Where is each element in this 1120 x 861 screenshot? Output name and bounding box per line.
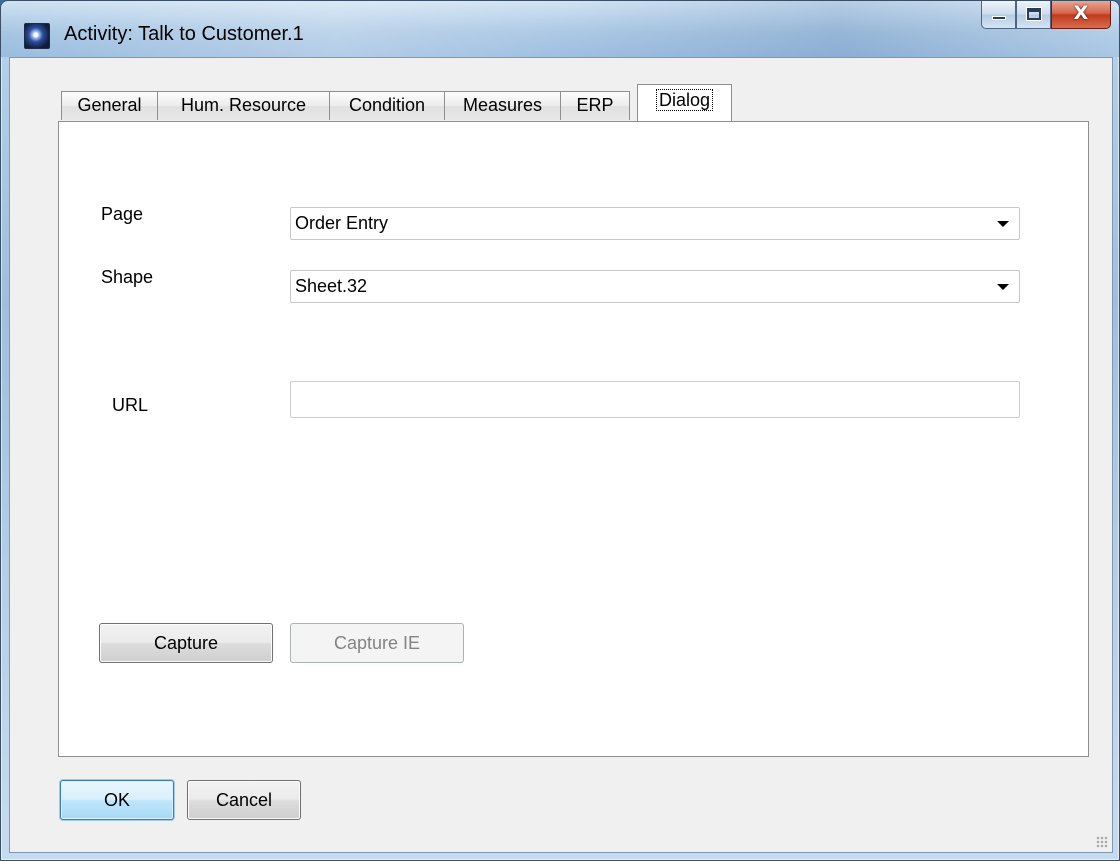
tab-dialog[interactable]: Dialog xyxy=(637,84,732,121)
tab-label: Measures xyxy=(462,95,543,115)
page-select[interactable]: Order Entry xyxy=(290,207,1020,240)
app-icon[interactable] xyxy=(24,23,50,49)
tab-general[interactable]: General xyxy=(61,91,158,120)
capture-button[interactable]: Capture xyxy=(99,623,273,663)
close-icon: X xyxy=(1073,2,1089,24)
tab-hum-resource[interactable]: Hum. Resource xyxy=(157,91,330,120)
tab-label: Dialog xyxy=(655,89,714,111)
chevron-down-icon xyxy=(997,284,1009,290)
dialog-window: Activity: Talk to Customer.1 X General H… xyxy=(0,0,1120,861)
title-bar[interactable]: Activity: Talk to Customer.1 X xyxy=(1,1,1119,57)
tab-label: ERP xyxy=(576,95,614,115)
dialog-tab-panel: Page Order Entry Shape Sheet.32 URL Capt… xyxy=(58,121,1089,757)
maximize-button[interactable] xyxy=(1016,1,1051,29)
client-area: General Hum. Resource Condition Measures… xyxy=(9,57,1113,853)
url-input[interactable] xyxy=(290,381,1020,418)
chevron-down-icon xyxy=(997,221,1009,227)
minimize-icon xyxy=(992,16,1006,20)
minimize-button[interactable] xyxy=(981,1,1016,29)
url-label: URL xyxy=(112,395,149,415)
maximize-icon xyxy=(1027,8,1041,20)
caption-buttons: X xyxy=(981,1,1111,29)
capture-ie-button[interactable]: Capture IE xyxy=(290,623,464,663)
tab-label: General xyxy=(77,95,142,115)
tab-condition[interactable]: Condition xyxy=(329,91,445,120)
cancel-button[interactable]: Cancel xyxy=(187,780,301,820)
window-title: Activity: Talk to Customer.1 xyxy=(64,23,304,45)
shape-label: Shape xyxy=(101,267,154,287)
tab-erp[interactable]: ERP xyxy=(560,91,630,120)
shape-select[interactable]: Sheet.32 xyxy=(290,270,1020,303)
shape-select-value: Sheet.32 xyxy=(295,276,368,296)
ok-button[interactable]: OK xyxy=(60,780,174,820)
tab-measures[interactable]: Measures xyxy=(444,91,561,120)
page-label: Page xyxy=(101,204,144,224)
tab-label: Condition xyxy=(348,95,426,115)
close-button[interactable]: X xyxy=(1051,1,1111,29)
resize-grip-icon[interactable] xyxy=(1096,836,1108,848)
page-select-value: Order Entry xyxy=(295,213,389,233)
tab-label: Hum. Resource xyxy=(180,95,307,115)
